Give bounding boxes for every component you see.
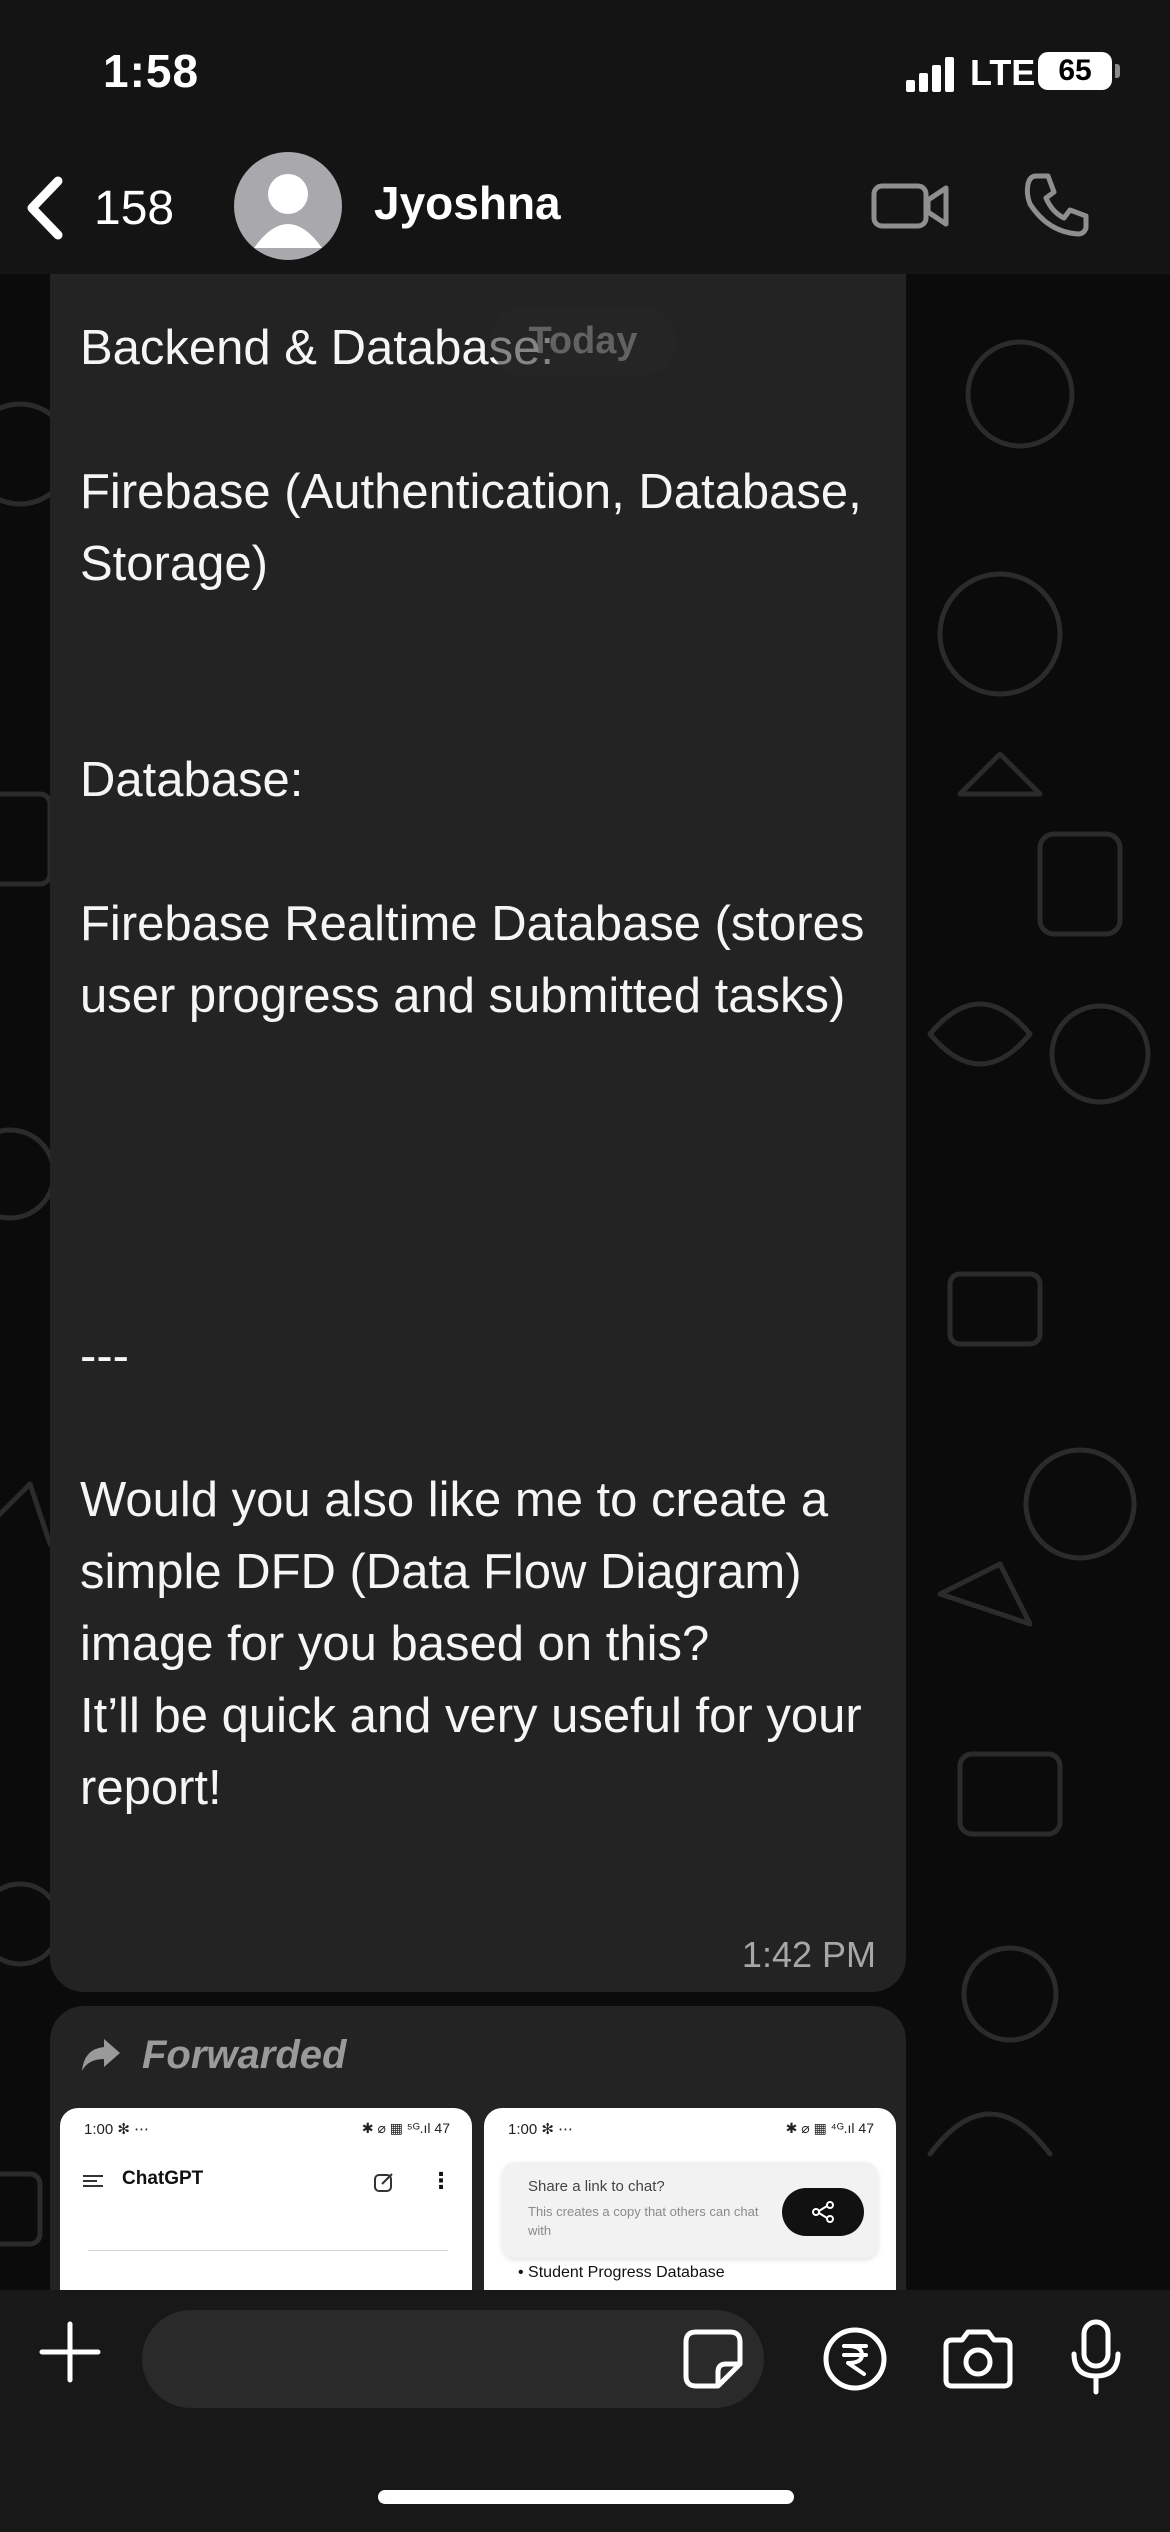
share-title: Share a link to chat? xyxy=(528,2178,665,2195)
divider xyxy=(88,2250,448,2251)
network-type: LTE xyxy=(970,52,1036,93)
share-icon xyxy=(812,2201,834,2223)
rupee-payment-icon[interactable] xyxy=(822,2326,888,2392)
share-subtitle: This creates a copy that others can chat… xyxy=(528,2204,759,2238)
unread-count: 158 xyxy=(94,181,175,235)
status-time: 1:58 xyxy=(103,45,200,97)
video-camera-icon[interactable] xyxy=(870,174,950,238)
person-icon xyxy=(254,174,322,248)
thumb-status-right: ✱ ⌀ ▦ ⁴ᴳ.ıl 47 xyxy=(785,2120,874,2136)
chevron-left-icon xyxy=(27,176,63,240)
back-button[interactable]: 158 xyxy=(22,170,174,246)
thumb-status-time: 1:00 ✻ ⋯ xyxy=(508,2120,573,2138)
message-timestamp: 1:42 PM xyxy=(741,1934,876,1975)
forward-arrow-icon xyxy=(82,2039,120,2071)
message-bubble[interactable]: Backend & Database: Firebase (Authentica… xyxy=(50,274,906,1992)
phone-icon[interactable] xyxy=(1022,170,1090,238)
cellular-signal-icon xyxy=(906,56,958,92)
thumb-status-time: 1:00 ✻ ⋯ xyxy=(84,2120,149,2138)
status-bar: 1:58 LTE 65 xyxy=(0,0,1170,140)
contact-avatar[interactable] xyxy=(234,152,342,260)
message-input[interactable] xyxy=(142,2310,764,2408)
edit-icon xyxy=(374,2173,393,2192)
message-text: Backend & Database: Firebase (Authentica… xyxy=(80,321,865,1815)
date-pill-label: Today xyxy=(528,320,638,362)
thumb-app-title: ChatGPT xyxy=(122,2168,204,2189)
share-button xyxy=(782,2188,864,2236)
date-pill: Today xyxy=(490,306,676,376)
forwarded-text: Forwarded xyxy=(142,2032,347,2077)
microphone-icon[interactable] xyxy=(1066,2318,1126,2398)
thumb-status-right: ✱ ⌀ ▦ ⁵ᴳ.ıl 47 xyxy=(361,2120,450,2136)
forwarded-label: Forwarded xyxy=(80,2020,346,2090)
thumb-time: 1:00 xyxy=(84,2121,114,2138)
thumb-status-icons: ✻ ⋯ xyxy=(117,2121,150,2138)
thumb-time: 1:00 xyxy=(508,2121,538,2138)
menu-icon xyxy=(83,2175,103,2187)
chat-header: 158 Jyoshna xyxy=(0,140,1170,274)
thumb-status-icons: ✻ ⋯ xyxy=(541,2121,574,2138)
plus-icon[interactable] xyxy=(38,2320,102,2384)
battery-icon: 65 xyxy=(1038,52,1120,90)
thumb-bullet-text: • Student Progress Database xyxy=(518,2264,725,2281)
sticker-icon[interactable] xyxy=(682,2328,744,2390)
share-link-card: Share a link to chat? This creates a cop… xyxy=(502,2162,878,2258)
forwarded-message-bubble[interactable]: Forwarded 1:00 ✻ ⋯ ✱ ⌀ ▦ ⁵ᴳ.ıl 47 ChatGP… xyxy=(50,2006,906,2336)
home-indicator[interactable] xyxy=(378,2490,794,2504)
more-options-icon: ⋮ xyxy=(430,2168,452,2193)
camera-icon[interactable] xyxy=(940,2326,1016,2392)
contact-name[interactable]: Jyoshna xyxy=(374,176,561,230)
